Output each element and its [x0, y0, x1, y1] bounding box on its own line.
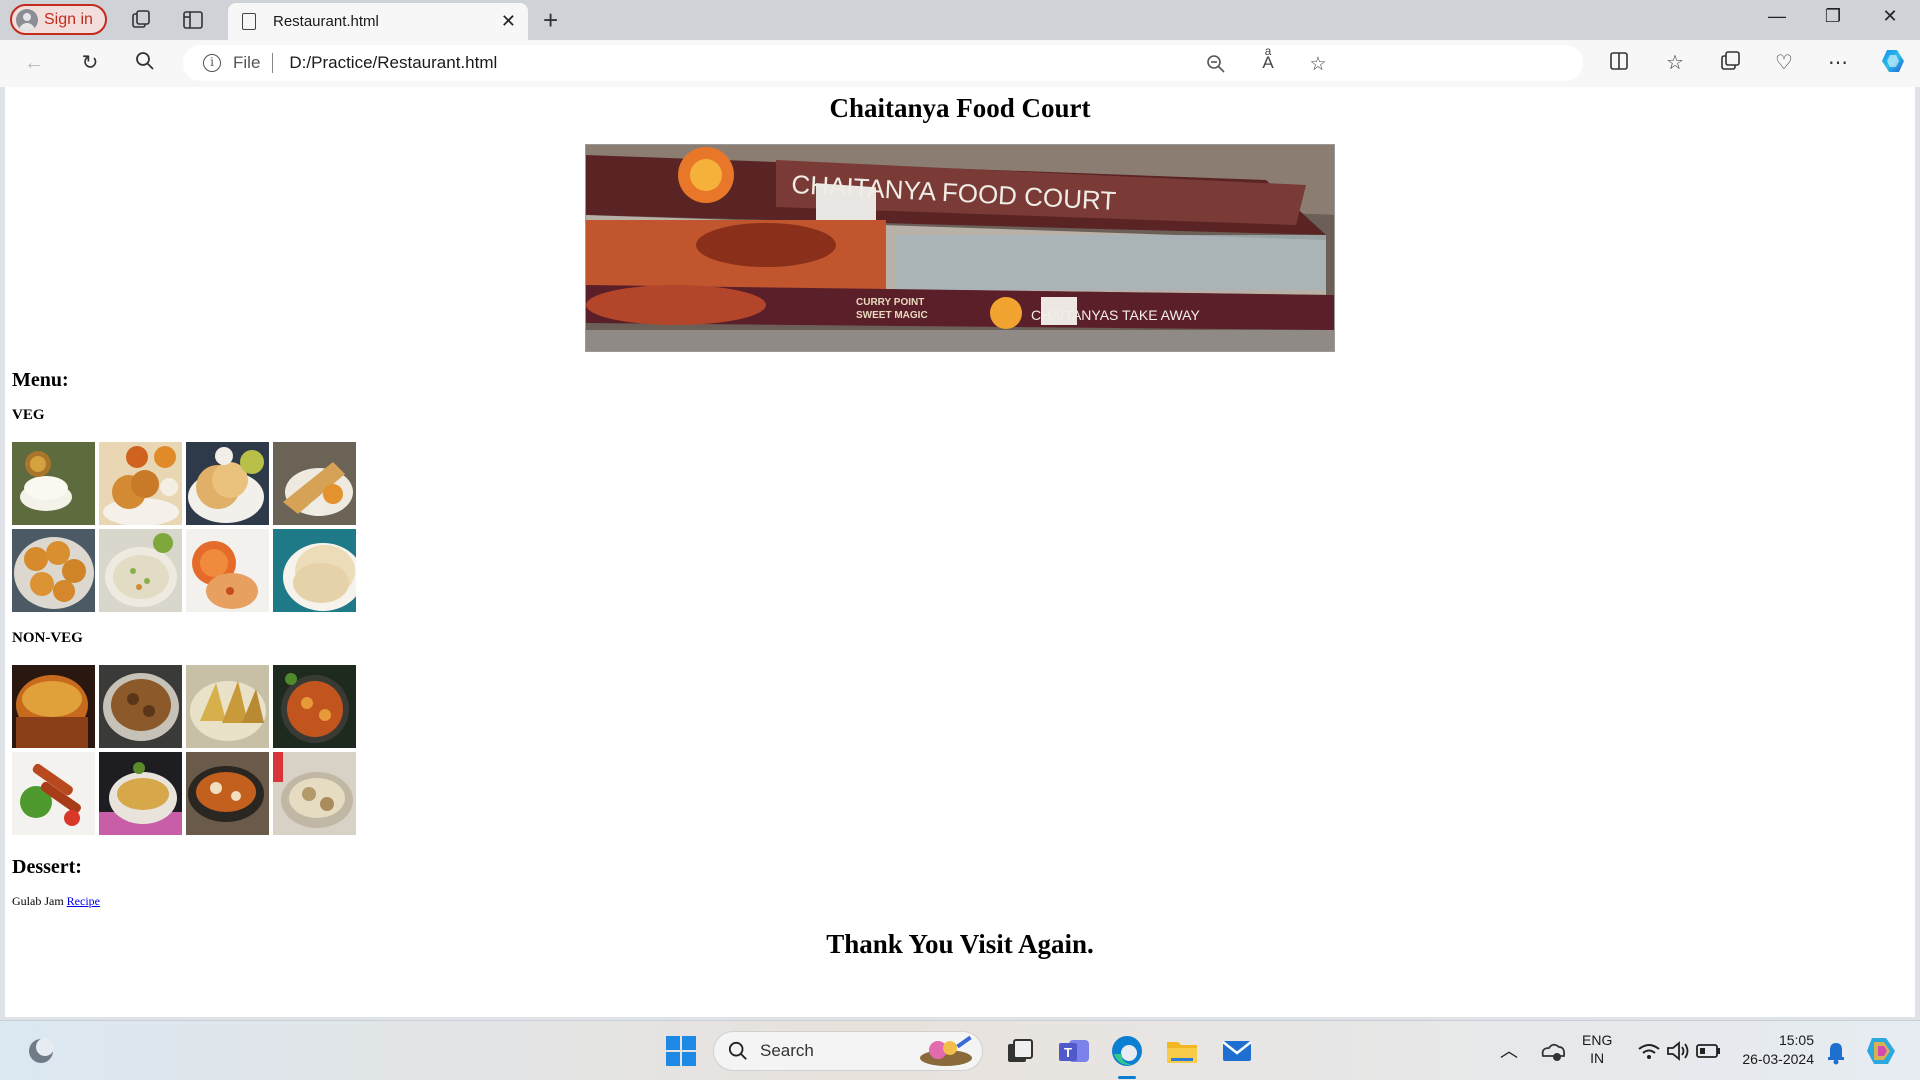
page-viewport: Chaitanya Food Court CHAITANYA FOOD COUR…: [5, 87, 1915, 1017]
restaurant-banner-image: CHAITANYA FOOD COURT CURRY POINT SWEET M…: [585, 144, 1335, 352]
veg-food-image: [273, 529, 356, 612]
nonveg-food-image: [186, 752, 269, 835]
copilot-taskbar-icon[interactable]: [1862, 1032, 1900, 1070]
workspaces-icon[interactable]: [130, 9, 152, 31]
veg-food-image: [99, 529, 182, 612]
nonveg-food-image: [12, 752, 95, 835]
clock-date: 26-03-2024: [1742, 1051, 1814, 1067]
dessert-item: Gulab Jam Recipe: [12, 894, 100, 909]
search-icon[interactable]: [132, 50, 158, 76]
nonveg-food-image: [99, 752, 182, 835]
nonveg-food-image: [273, 665, 356, 748]
notifications-icon[interactable]: [1817, 1032, 1855, 1070]
taskbar-search[interactable]: Search: [713, 1031, 983, 1071]
more-options-icon[interactable]: ⋯: [1823, 50, 1853, 75]
restore-icon[interactable]: ❐: [1813, 6, 1853, 27]
veg-food-image: [186, 442, 269, 525]
favorites-icon[interactable]: ☆: [1660, 50, 1690, 75]
search-icon: [728, 1041, 747, 1060]
veg-food-image: [186, 529, 269, 612]
tab-actions-icon[interactable]: [182, 9, 204, 31]
minimize-icon[interactable]: —: [1757, 6, 1797, 27]
onedrive-status-icon[interactable]: [1533, 1032, 1571, 1070]
nonveg-food-image: [273, 752, 356, 835]
clock-time: 15:05: [1778, 1032, 1814, 1048]
search-highlight-icon: [920, 1035, 972, 1066]
url-text[interactable]: D:/Practice/Restaurant.html: [289, 53, 497, 73]
recipe-link[interactable]: Recipe: [67, 894, 100, 908]
veg-food-image: [12, 442, 95, 525]
nonveg-food-image: [99, 665, 182, 748]
edge-icon[interactable]: [1108, 1032, 1146, 1070]
close-window-icon[interactable]: ✕: [1870, 6, 1910, 27]
url-protocol: File: [233, 53, 261, 72]
veg-food-image: [12, 529, 95, 612]
veg-food-image: [99, 442, 182, 525]
signin-button[interactable]: Sign in: [10, 4, 107, 35]
back-icon[interactable]: ←: [21, 50, 47, 76]
nonveg-food-grid: [12, 665, 356, 835]
svg-text:T: T: [1064, 1045, 1072, 1060]
avatar: [16, 8, 38, 31]
menu-heading: Menu:: [12, 369, 69, 391]
read-aloud-icon[interactable]: Aͣ: [1255, 53, 1281, 73]
widgets-icon[interactable]: [22, 1032, 60, 1070]
file-explorer-icon[interactable]: [1163, 1032, 1201, 1070]
page-title: Chaitanya Food Court: [829, 93, 1091, 123]
veg-food-image: [273, 442, 356, 525]
address-bar[interactable]: i File D:/Practice/Restaurant.html Aͣ ☆: [183, 45, 1583, 81]
browser-essentials-icon[interactable]: ♡: [1769, 50, 1799, 75]
new-tab-icon[interactable]: +: [543, 5, 558, 36]
banner-sweet-text: SWEET MAGIC: [856, 310, 928, 321]
signin-label: Sign in: [44, 10, 93, 28]
region-code: IN: [1590, 1050, 1605, 1066]
tab-title: Restaurant.html: [273, 13, 379, 30]
task-view-icon[interactable]: [1000, 1032, 1038, 1070]
dessert-item-name: Gulab Jam: [12, 894, 64, 908]
taskbar: Search T ︿ ENG IN 15:05 26-03-2024: [0, 1020, 1920, 1080]
close-tab-icon[interactable]: ✕: [501, 11, 516, 32]
refresh-icon[interactable]: ↻: [77, 50, 103, 76]
info-icon[interactable]: i: [203, 54, 221, 72]
active-app-indicator: [1118, 1076, 1136, 1079]
split-screen-icon[interactable]: [1604, 50, 1634, 78]
collections-icon[interactable]: [1715, 50, 1745, 78]
zoom-out-icon[interactable]: [1203, 53, 1229, 81]
divider: [272, 53, 274, 73]
dessert-heading: Dessert:: [12, 856, 82, 878]
nonveg-food-image: [12, 665, 95, 748]
title-bar: Sign in Restaurant.html ✕ + — ❐ ✕: [0, 0, 1920, 40]
banner-curry-text: CURRY POINT: [856, 297, 924, 308]
mail-icon[interactable]: [1218, 1032, 1256, 1070]
show-hidden-icons-icon[interactable]: ︿: [1500, 1037, 1518, 1063]
nonveg-food-image: [186, 665, 269, 748]
veg-heading: VEG: [12, 407, 45, 423]
battery-icon[interactable]: [1689, 1032, 1727, 1070]
veg-food-grid: [12, 442, 356, 612]
clock[interactable]: 15:05 26-03-2024: [1734, 1031, 1814, 1069]
nonveg-heading: NON-VEG: [12, 630, 83, 646]
page-icon: [242, 13, 256, 30]
language-code: ENG: [1582, 1032, 1613, 1048]
teams-icon[interactable]: T: [1055, 1032, 1093, 1070]
language-indicator[interactable]: ENG IN: [1582, 1031, 1612, 1067]
favorite-star-icon[interactable]: ☆: [1305, 53, 1331, 76]
banner-takeaway-text: CHAITANYAS TAKE AWAY: [1031, 307, 1200, 323]
start-icon[interactable]: [662, 1032, 700, 1070]
tab-restaurant[interactable]: Restaurant.html ✕: [228, 3, 528, 40]
thank-you-message: Thank You Visit Again.: [826, 929, 1094, 959]
search-label: Search: [760, 1041, 814, 1060]
copilot-icon[interactable]: [1878, 47, 1908, 81]
